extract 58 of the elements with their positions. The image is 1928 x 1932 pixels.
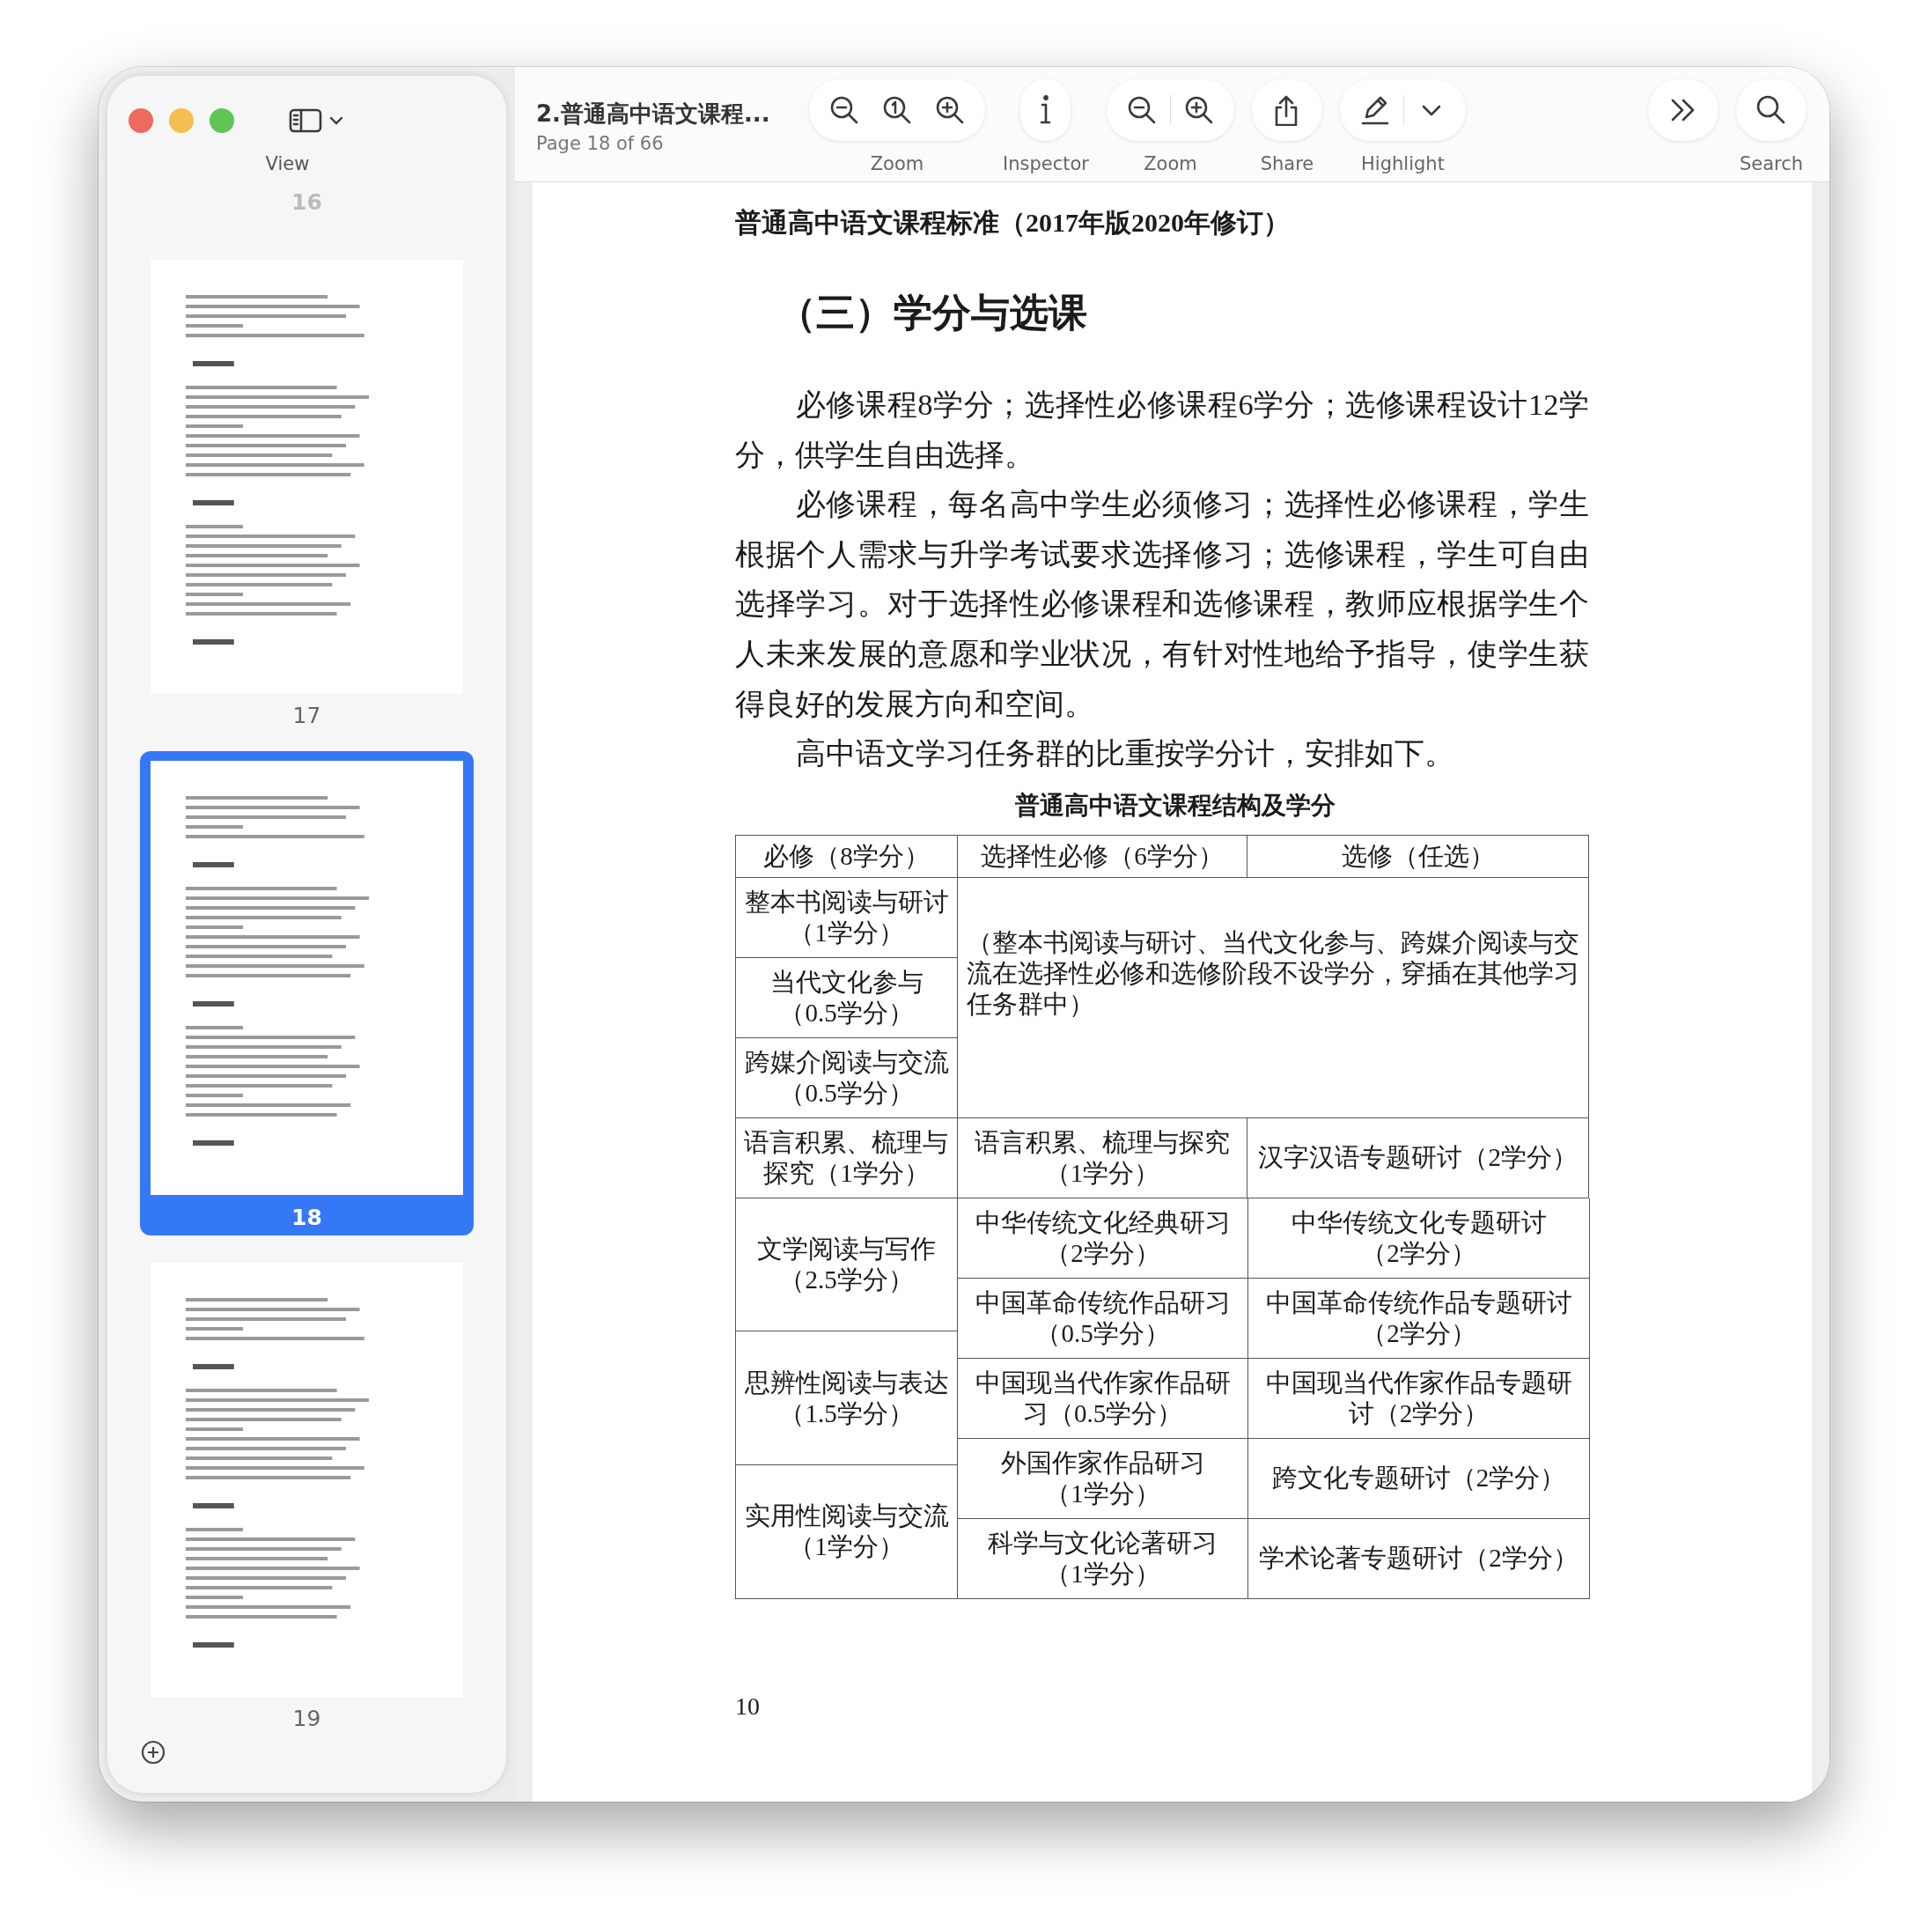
toolbar-label: Zoom: [870, 153, 924, 174]
document-title: 2.普通高中语文课程...: [536, 100, 771, 129]
table-cell: 实用性阅读与交流（1学分）: [736, 1465, 958, 1599]
sidebar-icon: [289, 107, 322, 134]
page-number-label: 16: [291, 188, 322, 217]
table-cell: 汉字汉语专题研讨（2学分）: [1247, 1117, 1589, 1198]
search-icon: [1755, 94, 1787, 126]
running-header: 普通高中语文课程标准（2017年版2020年修订）: [735, 207, 1291, 239]
table-cell: 科学与文化论著研习（1学分）: [958, 1518, 1248, 1599]
table-cell: 学术论著专题研讨（2学分）: [1248, 1518, 1590, 1599]
zoom-in-icon: [934, 94, 966, 126]
table-cell: 跨媒介阅读与交流（0.5学分）: [736, 1037, 958, 1118]
table-cell: 文学阅读与写作（2.5学分）: [736, 1198, 958, 1332]
table-cell: 中国现当代作家作品专题研讨（2学分）: [1248, 1358, 1590, 1439]
table-cell: （整本书阅读与研讨、当代文化参与、跨媒介阅读与交流在选择性必修和选修阶段不设学分，穿插在其他学习任务群中）: [958, 877, 1589, 1118]
table-cell: 整本书阅读与研讨（1学分）: [736, 877, 958, 958]
info-icon: [1040, 94, 1052, 126]
section-heading: （三）学分与选课: [777, 291, 1088, 336]
toolbar-label: Search: [1739, 153, 1804, 174]
close-button[interactable]: [129, 108, 153, 133]
column-header: 选择性必修（6学分）: [957, 835, 1248, 878]
page-number: 10: [735, 1692, 761, 1721]
view-label: View: [264, 153, 311, 174]
body-paragraph: 必修课程，每名高中学生必须修习；选择性必修课程，学生根据个人需求与升学考试要求选择修习；选修课程，学生可自由选择学习。对于选择性必修课程和选修课程，教师应根据学生个人未来发展的意愿和学业状况，有针对性地给予指导，使学生获得良好的发展方向和空间。: [735, 486, 1589, 722]
column-header: 必修（8学分）: [736, 835, 958, 878]
page-thumbnail-drawing[interactable]: [151, 1262, 463, 1698]
page-number-label: 17: [292, 702, 321, 731]
zoom-actual-size-icon: [881, 94, 913, 126]
body-paragraph: 必修课程8学分；选择性必修课程6学分；选修课程设计12学分，供学生自由选择。: [735, 387, 1589, 473]
chevron-down-icon: [329, 115, 343, 126]
add-circle-icon[interactable]: [141, 1740, 166, 1765]
table-cell: 当代文化参与（0.5学分）: [736, 957, 958, 1038]
table-title: 普通高中语文课程结构及学分: [1014, 789, 1336, 822]
zoom-out-icon: [828, 94, 860, 126]
table-cell: 中国现当代作家作品研习（0.5学分）: [958, 1358, 1248, 1439]
table-cell: 语言积累、梳理与探究（1学分）: [957, 1117, 1248, 1198]
column-header: 选修（任选）: [1247, 835, 1589, 878]
toolbar-label: Zoom: [1144, 153, 1197, 174]
table-cell: 外国作家作品研习（1学分）: [958, 1438, 1248, 1519]
toolbar-label: Share: [1260, 153, 1314, 174]
page-thumbnail-drawing[interactable]: [151, 761, 463, 1196]
table-cell: 中华传统文化专题研讨（2学分）: [1248, 1198, 1590, 1279]
table-cell: 跨文化专题研讨（2学分）: [1248, 1438, 1590, 1519]
page-thumbnail-item[interactable]: 19: [140, 1252, 474, 1737]
page-thumbnail-item[interactable]: 18: [140, 751, 474, 1235]
body-paragraph: 高中语文学习任务群的比重按学分计，安排如下。: [794, 735, 1455, 772]
page-thumbnail-item[interactable]: 17: [140, 250, 474, 734]
table-cell: 中华传统文化经典研习（2学分）: [958, 1198, 1248, 1279]
table-cell: 语言积累、梳理与探究（1学分）: [736, 1117, 958, 1198]
table-cell: 中国革命传统作品专题研讨（2学分）: [1248, 1278, 1590, 1359]
page-indicator: Page 18 of 66: [536, 133, 665, 154]
page-number-label: 18: [291, 1203, 322, 1232]
table-cell: 中国革命传统作品研习（0.5学分）: [958, 1278, 1248, 1359]
page-number-label: 19: [292, 1705, 321, 1734]
toolbar-label: Inspector: [1003, 153, 1089, 174]
toolbar-label: Highlight: [1361, 153, 1445, 174]
page-thumbnail-drawing[interactable]: [151, 260, 463, 695]
table-cell: 思辨性阅读与表达（1.5学分）: [736, 1331, 958, 1466]
